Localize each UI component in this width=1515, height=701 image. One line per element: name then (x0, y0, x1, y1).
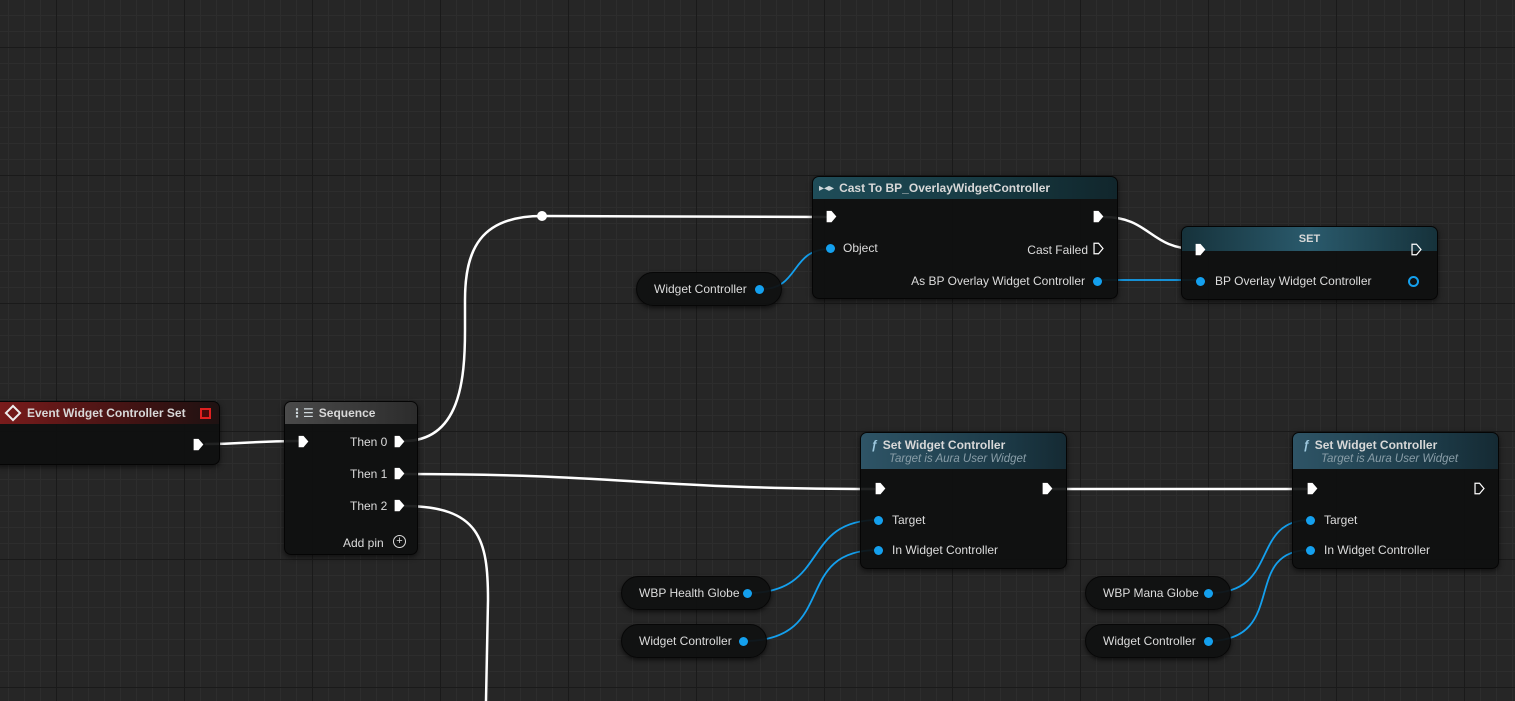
widget-controller-getter-mid[interactable]: Widget Controller (621, 624, 767, 658)
cast-node[interactable]: ▸◂▸ Cast To BP_OverlayWidgetController O… (812, 176, 1118, 299)
set-widget-controller-1-title: Set Widget Controller (882, 437, 1006, 452)
sequence-node[interactable]: ⋮☰ Sequence Then 0 Then 1 Then 2 Add pin… (284, 401, 418, 555)
event-exec-out-pin[interactable] (192, 438, 205, 451)
sequence-exec-in-pin[interactable] (297, 435, 310, 448)
sequence-then2-label: Then 2 (350, 499, 388, 513)
set-exec-in-pin[interactable] (1194, 243, 1207, 256)
sequence-then1-pin[interactable] (393, 467, 406, 480)
exec-wire-then1-to-setwc1 (402, 472, 876, 491)
set-wc-1-target-label: Target (892, 513, 926, 527)
set-wc-1-target-pin[interactable] (874, 516, 883, 525)
wbp-health-globe-getter[interactable]: WBP Health Globe (621, 576, 771, 610)
set-wc-1-exec-out-pin[interactable] (1041, 482, 1054, 495)
cast-node-header[interactable]: ▸◂▸ Cast To BP_OverlayWidgetController (813, 177, 1117, 199)
sequence-then1-label: Then 1 (350, 467, 388, 481)
set-wc-2-target-label: Target (1324, 513, 1358, 527)
cast-as-output-pin[interactable] (1093, 277, 1102, 286)
cast-exec-out-pin[interactable] (1092, 210, 1105, 223)
set-wc-2-in-wc-pin[interactable] (1306, 546, 1315, 555)
sequence-then0-pin[interactable] (393, 435, 406, 448)
widget-controller-getter-right[interactable]: Widget Controller (1085, 624, 1231, 658)
set-widget-controller-2-header[interactable]: ƒ Set Widget Controller Target is Aura Us… (1293, 433, 1498, 469)
sequence-then2-pin[interactable] (393, 499, 406, 512)
sequence-add-pin-label[interactable]: Add pin (343, 536, 384, 550)
add-pin-plus-icon[interactable]: + (393, 535, 406, 548)
set-node-title: SET (1298, 233, 1321, 245)
set-wc-2-exec-out-pin[interactable] (1473, 482, 1486, 495)
set-wc-1-in-wc-label: In Widget Controller (892, 543, 999, 557)
function-icon: ƒ (1303, 437, 1310, 452)
cast-object-label: Object (843, 241, 878, 255)
sequence-then0-label: Then 0 (350, 435, 388, 449)
cast-exec-in-pin[interactable] (825, 210, 838, 223)
sequence-node-header[interactable]: ⋮☰ Sequence (285, 402, 417, 424)
delegate-pin-icon[interactable] (200, 408, 211, 419)
variable-label: WBP Mana Globe (1103, 586, 1199, 600)
cast-failed-pin[interactable] (1092, 242, 1105, 255)
variable-output-pin[interactable] (755, 285, 764, 294)
set-widget-controller-1-subtitle: Target is Aura User Widget (889, 452, 1027, 465)
variable-label: Widget Controller (639, 634, 732, 648)
cast-object-pin[interactable] (826, 244, 835, 253)
function-icon: ƒ (871, 437, 878, 452)
set-wc-2-in-wc-label: In Widget Controller (1324, 543, 1431, 557)
event-node-widget-controller-set[interactable]: Event Widget Controller Set (0, 401, 220, 465)
variable-label: Widget Controller (1103, 634, 1196, 648)
set-widget-controller-node-1[interactable]: ƒ Set Widget Controller Target is Aura Us… (860, 432, 1067, 569)
set-exec-out-pin[interactable] (1410, 243, 1423, 256)
set-input-pin[interactable] (1196, 277, 1205, 286)
set-wc-1-exec-in-pin[interactable] (874, 482, 887, 495)
event-diamond-icon (4, 404, 22, 422)
exec-wire-then0-to-reroute (402, 214, 544, 443)
event-node-title: Event Widget Controller Set (27, 406, 186, 420)
set-widget-controller-2-subtitle: Target is Aura User Widget (1321, 452, 1459, 465)
variable-output-pin[interactable] (739, 637, 748, 646)
reroute-knot (537, 211, 547, 221)
wbp-mana-globe-getter[interactable]: WBP Mana Globe (1085, 576, 1231, 610)
set-wc-1-in-wc-pin[interactable] (874, 546, 883, 555)
variable-output-pin[interactable] (1204, 589, 1213, 598)
variable-output-pin[interactable] (743, 589, 752, 598)
set-widget-controller-node-2[interactable]: ƒ Set Widget Controller Target is Aura Us… (1292, 432, 1499, 569)
set-node[interactable]: SET BP Overlay Widget Controller (1181, 226, 1438, 300)
cast-icon: ▸◂▸ (819, 182, 835, 194)
set-wc-2-target-pin[interactable] (1306, 516, 1315, 525)
sequence-node-title: Sequence (318, 406, 376, 420)
set-widget-controller-1-header[interactable]: ƒ Set Widget Controller Target is Aura Us… (861, 433, 1066, 469)
set-wc-2-exec-in-pin[interactable] (1306, 482, 1319, 495)
variable-label: WBP Health Globe (639, 586, 740, 600)
set-widget-controller-2-title: Set Widget Controller (1314, 437, 1438, 452)
exec-wire-reroute-to-cast (540, 214, 828, 219)
event-node-header[interactable]: Event Widget Controller Set (0, 402, 219, 424)
widget-controller-getter-top[interactable]: Widget Controller (636, 272, 782, 306)
set-node-header[interactable]: SET (1182, 227, 1437, 251)
cast-node-title: Cast To BP_OverlayWidgetController (839, 181, 1051, 195)
cast-as-output-label: As BP Overlay Widget Controller (911, 274, 1085, 288)
variable-output-pin[interactable] (1204, 637, 1213, 646)
variable-label: Widget Controller (654, 282, 747, 296)
set-input-label: BP Overlay Widget Controller (1215, 274, 1372, 288)
set-output-pin[interactable] (1408, 276, 1419, 287)
cast-failed-label: Cast Failed (1027, 243, 1088, 257)
sequence-icon: ⋮☰ (291, 406, 314, 420)
